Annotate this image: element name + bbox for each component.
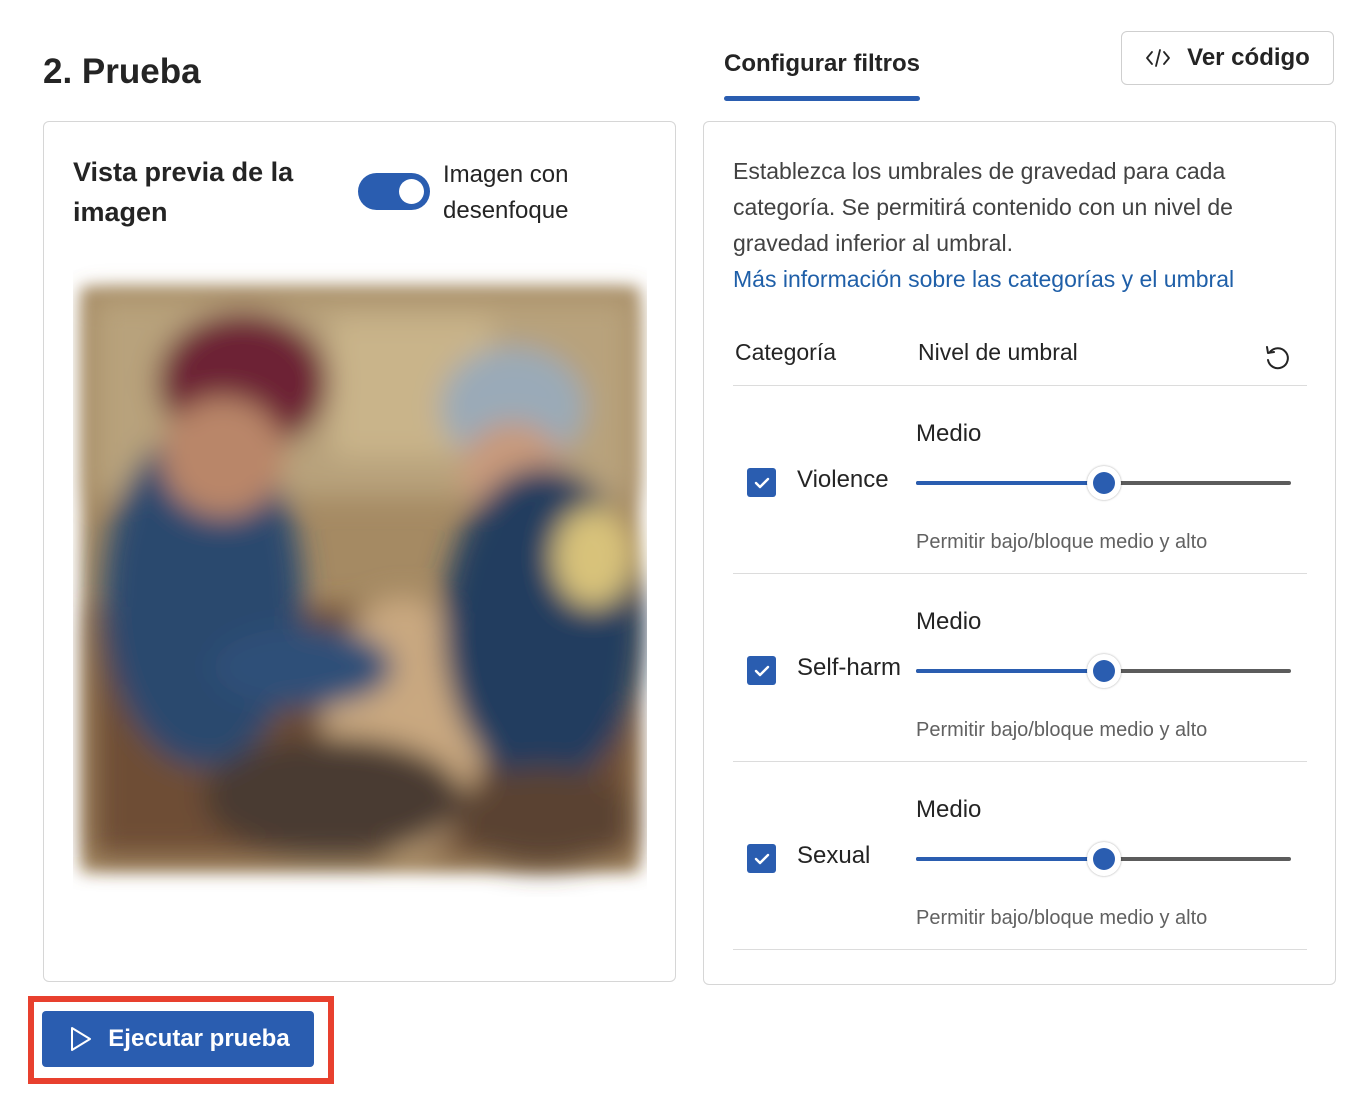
blur-toggle-label: Imagen con desenfoque <box>443 161 569 224</box>
column-header-level: Nivel de umbral <box>918 339 1078 365</box>
check-icon <box>754 853 769 864</box>
slider-thumb[interactable] <box>1086 466 1121 500</box>
level-label: Medio <box>916 420 982 447</box>
row-divider <box>733 949 1307 950</box>
toggle-knob <box>399 179 424 204</box>
slider-thumb[interactable] <box>1086 842 1121 876</box>
level-label: Medio <box>916 608 982 635</box>
check-icon <box>754 665 769 676</box>
view-code-label: Ver código <box>1187 44 1310 71</box>
filters-card: Establezca los umbrales de gravedad para… <box>703 121 1336 985</box>
view-code-button[interactable]: Ver código <box>1121 31 1334 85</box>
check-icon <box>754 477 769 488</box>
filter-row-self-harm: Self-harm Medio Permitir bajo/bloque med… <box>733 574 1307 762</box>
level-hint: Permitir bajo/bloque medio y alto <box>916 907 1208 929</box>
self-harm-threshold-slider[interactable] <box>916 654 1291 688</box>
filters-description: Establezca los umbrales de gravedad para… <box>733 158 1233 256</box>
blur-toggle[interactable] <box>358 173 430 210</box>
self-harm-checkbox[interactable] <box>747 656 776 685</box>
category-name: Self-harm <box>797 654 902 681</box>
reset-icon[interactable] <box>1262 343 1292 373</box>
category-name: Violence <box>797 466 889 493</box>
run-test-label: Ejecutar prueba <box>108 1025 290 1052</box>
code-icon <box>1146 49 1171 67</box>
learn-more-link[interactable]: Más información sobre las categorías y e… <box>733 261 1313 297</box>
level-label: Medio <box>916 796 982 823</box>
preview-title: Vista previa de la imagen <box>73 157 294 227</box>
sexual-threshold-slider[interactable] <box>916 842 1291 876</box>
active-tab-indicator <box>724 96 920 101</box>
category-name: Sexual <box>797 842 871 869</box>
slider-thumb[interactable] <box>1086 654 1121 688</box>
tab-configurar-filtros[interactable]: Configurar filtros <box>724 50 920 78</box>
slider-fill <box>916 857 1104 861</box>
filter-row-violence: Violence Medio Permitir bajo/bloque medi… <box>733 386 1307 574</box>
sexual-checkbox[interactable] <box>747 844 776 873</box>
column-header-category: Categoría <box>735 339 837 365</box>
slider-fill <box>916 481 1104 485</box>
blurred-preview-image <box>73 257 647 897</box>
run-test-button[interactable]: Ejecutar prueba <box>42 1011 314 1067</box>
image-preview-card: Vista previa de la imagen Imagen con des… <box>43 121 676 982</box>
play-icon <box>71 1027 92 1051</box>
section-title: 2. Prueba <box>43 52 201 91</box>
filter-row-sexual: Sexual Medio Permitir bajo/bloque medio … <box>733 762 1307 950</box>
violence-threshold-slider[interactable] <box>916 466 1291 500</box>
slider-fill <box>916 669 1104 673</box>
level-hint: Permitir bajo/bloque medio y alto <box>916 719 1208 741</box>
violence-checkbox[interactable] <box>747 468 776 497</box>
level-hint: Permitir bajo/bloque medio y alto <box>916 531 1208 553</box>
